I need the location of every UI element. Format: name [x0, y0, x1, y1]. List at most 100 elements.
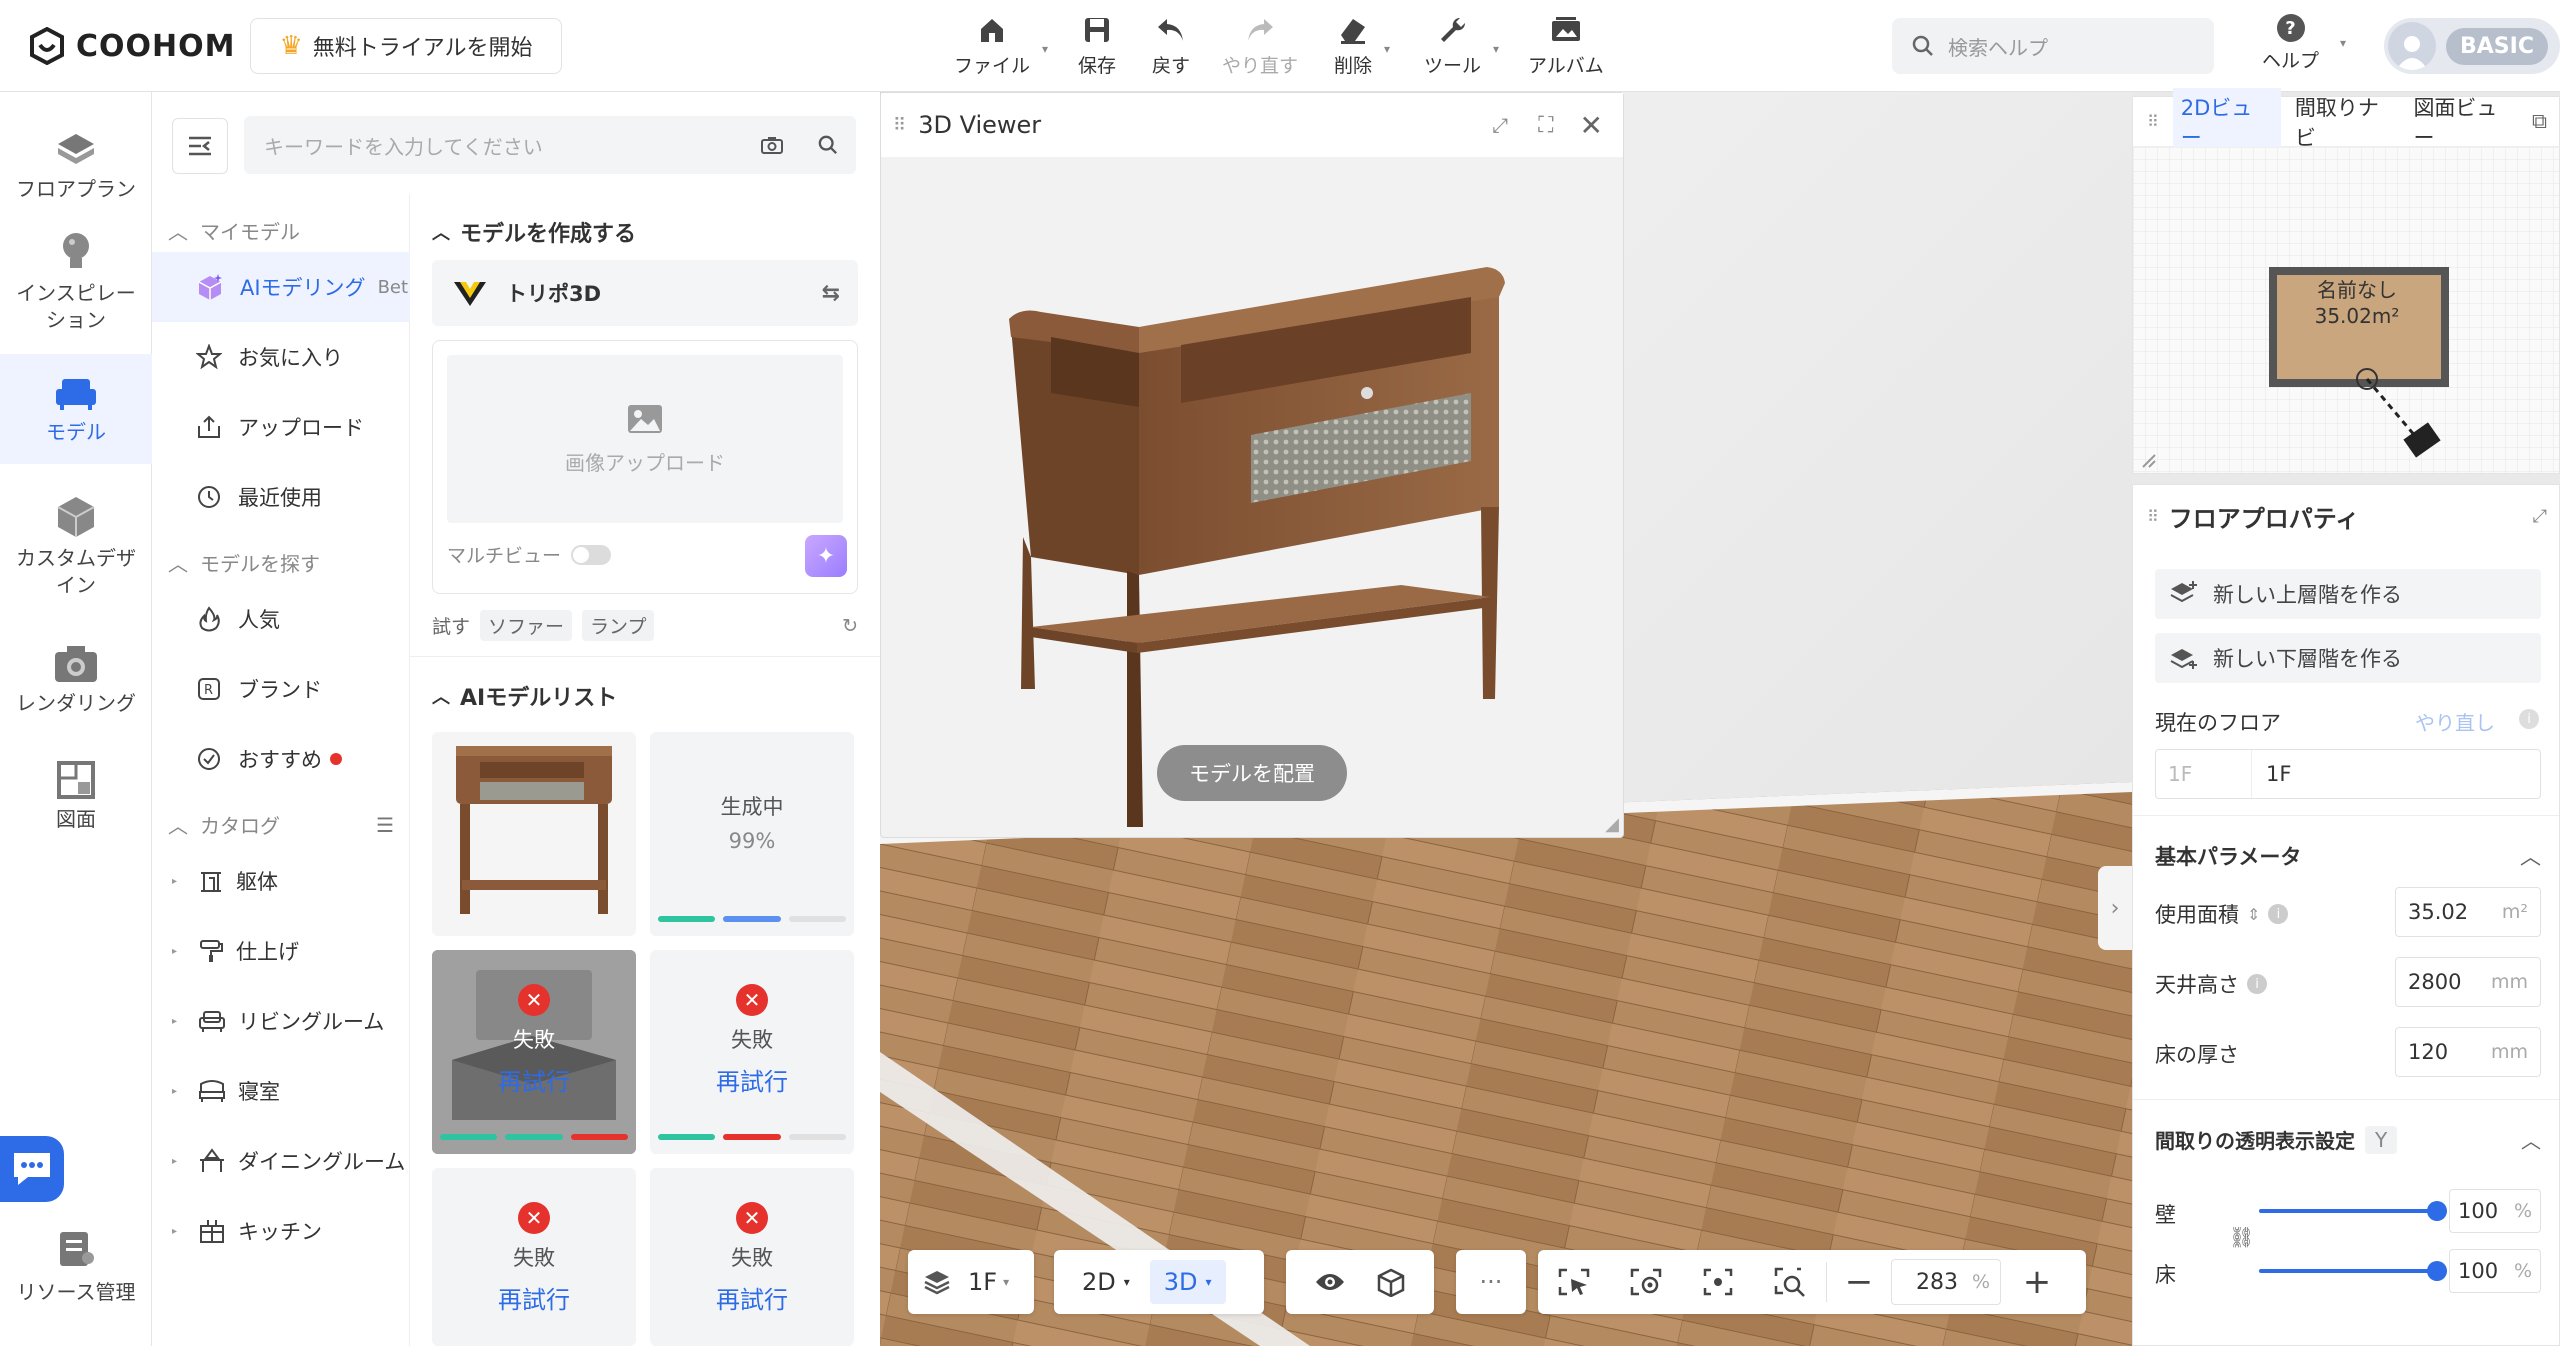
collapse-right-panel-button[interactable]: › [2098, 866, 2132, 950]
wall-opacity-field[interactable]: 100 % [2449, 1189, 2541, 1233]
frame-select-button[interactable] [1538, 1267, 1610, 1297]
place-model-button[interactable]: モデルを配置 [1157, 745, 1347, 801]
zoom-region-button[interactable] [1754, 1266, 1826, 1298]
eye-icon[interactable] [1314, 1270, 1346, 1294]
ai-model-card[interactable]: ✕ 失敗 再試行 [432, 1168, 636, 1346]
nav-favorites[interactable]: お気に入り [152, 322, 410, 392]
help-menu[interactable]: ? ヘルプ [2262, 14, 2319, 73]
generate-button[interactable]: ✦ [805, 535, 847, 577]
rail-rendering[interactable]: レンダリング [0, 630, 152, 730]
floor-redo-link[interactable]: やり直し [2415, 707, 2495, 736]
rail-drawing[interactable]: 図面 [0, 746, 152, 846]
floor-opacity-slider[interactable] [2259, 1261, 2447, 1281]
resize-handle-icon[interactable]: ◢ [1605, 814, 1619, 835]
catalog-section[interactable]: ︿ カタログ ☰ [168, 810, 394, 839]
collapse-panel-button[interactable] [172, 118, 228, 174]
cat-bedroom[interactable]: ▸ 寝室 [152, 1056, 410, 1126]
camera-search-icon[interactable] [744, 136, 800, 154]
file-menu[interactable]: ファイル ▾ [954, 12, 1048, 78]
find-models-section[interactable]: ︿ モデルを探す [168, 548, 320, 577]
nav-ai-modeling[interactable]: AIモデリング Bet [152, 252, 410, 322]
close-icon[interactable]: ✕ [1580, 109, 1603, 142]
new-lower-floor-button[interactable]: 新しい下層階を作る [2155, 633, 2541, 683]
rail-floorplan[interactable]: フロアプラン [0, 116, 152, 216]
redo-button[interactable]: やり直す [1222, 12, 1298, 78]
app-logo[interactable]: COOHOM [28, 22, 236, 70]
nav-recommended[interactable]: おすすめ [152, 724, 410, 794]
cat-structure[interactable]: ▸ 躯体 [152, 846, 410, 916]
drag-handle-icon[interactable]: ⠿ [2147, 507, 2159, 526]
swap-icon[interactable]: ⇆ [822, 281, 840, 306]
focus-button[interactable] [1682, 1267, 1754, 1297]
popout-icon[interactable]: ⧉ [2532, 109, 2547, 134]
tab-floor-nav[interactable]: 間取りナビ [2295, 92, 2400, 152]
retry-button[interactable]: 再試行 [716, 1062, 788, 1097]
expand-icon[interactable]: ⤢ [2533, 506, 2547, 527]
help-search-input[interactable]: 検索ヘルプ [1892, 18, 2214, 74]
ai-model-card[interactable]: ✕ 失敗 再試行 [432, 950, 636, 1154]
cat-dining[interactable]: ▸ ダイニングルーム [152, 1126, 410, 1196]
nav-upload[interactable]: アップロード [152, 392, 410, 462]
nav-brand[interactable]: R ブランド [152, 654, 410, 724]
more-button[interactable]: ··· [1456, 1250, 1526, 1314]
mode-3d-button[interactable]: 3D ▾ [1149, 1260, 1226, 1304]
try-chip-sofa[interactable]: ソファー [480, 610, 573, 641]
nav-popular[interactable]: 人気 [152, 584, 410, 654]
zoom-in-button[interactable]: + [2001, 1262, 2073, 1302]
ai-model-card[interactable]: ✕ 失敗 再試行 [650, 1168, 854, 1346]
rail-inspiration[interactable]: インスピレーション [0, 222, 152, 342]
zoom-out-button[interactable]: − [1827, 1262, 1891, 1302]
image-upload-dropzone[interactable]: 画像アップロード [447, 355, 843, 523]
tab-drawing-view[interactable]: 図面ビュー [2413, 92, 2518, 152]
retry-button[interactable]: 再試行 [716, 1280, 788, 1315]
floor-properties-header[interactable]: ⠿ フロアプロパティ ⤢ [2147, 499, 2547, 534]
floor-name-field[interactable]: 1F 1F [2155, 749, 2541, 799]
create-model-header[interactable]: ︿ モデルを作成する [432, 216, 636, 248]
free-trial-button[interactable]: ♛ 無料トライアルを開始 [250, 18, 562, 74]
search-icon[interactable] [800, 135, 856, 155]
cat-finish[interactable]: ▸ 仕上げ [152, 916, 410, 986]
floor-thickness-field[interactable]: 120 mm [2395, 1027, 2541, 1077]
ai-list-header[interactable]: ︿ AIモデルリスト [432, 680, 617, 712]
transparency-header[interactable]: 間取りの透明表示設定 Y ︿ [2155, 1125, 2541, 1154]
cat-living[interactable]: ▸ リビングルーム [152, 986, 410, 1056]
chat-button[interactable] [0, 1136, 64, 1202]
cat-kitchen[interactable]: ▸ キッチン [152, 1196, 410, 1266]
ceiling-height-field[interactable]: 2800 mm [2395, 957, 2541, 1007]
save-button[interactable]: 保存 [1078, 12, 1116, 78]
mode-2d-button[interactable]: 2D ▾ [1068, 1260, 1144, 1304]
retry-button[interactable]: 再試行 [498, 1280, 570, 1315]
delete-menu[interactable]: 削除 ▾ [1334, 12, 1390, 78]
retry-button[interactable]: 再試行 [498, 1062, 570, 1097]
floor-selector[interactable]: 1F ▾ [908, 1250, 1034, 1314]
rail-model[interactable]: モデル [0, 354, 152, 464]
drag-handle-icon[interactable]: ⠿ [2147, 112, 2159, 131]
3d-viewer-header[interactable]: ⠿ 3D Viewer ⤢ ⛶ ✕ [881, 93, 1623, 157]
cube-icon[interactable] [1376, 1267, 1406, 1297]
basic-params-header[interactable]: 基本パラメータ ︿ [2155, 841, 2541, 871]
ai-model-card[interactable] [432, 732, 636, 936]
resource-manager-button[interactable]: リソース管理 [0, 1228, 152, 1305]
new-upper-floor-button[interactable]: 新しい上層階を作る [2155, 569, 2541, 619]
fullscreen-icon[interactable]: ⛶ [1538, 113, 1553, 138]
nightstand-3d-model[interactable] [881, 157, 1623, 837]
rail-custom-design[interactable]: カスタムデザイン [0, 482, 152, 612]
ai-model-card[interactable]: 生成中 99% [650, 732, 854, 936]
ai-model-card[interactable]: ✕ 失敗 再試行 [650, 950, 854, 1154]
filter-icon[interactable]: ☰ [376, 813, 394, 837]
engine-selector[interactable]: トリポ3D ⇆ [432, 260, 858, 326]
floor-opacity-field[interactable]: 100 % [2449, 1249, 2541, 1293]
link-icon[interactable]: ⛓ [2229, 1225, 2254, 1249]
tab-2d-view[interactable]: 2Dビュー [2172, 87, 2281, 156]
album-button[interactable]: アルバム [1528, 12, 1604, 78]
zoom-field[interactable]: 283 % [1891, 1259, 2001, 1305]
wall-opacity-slider[interactable] [2259, 1201, 2447, 1221]
undo-button[interactable]: 戻す [1152, 12, 1190, 78]
refresh-icon[interactable]: ↻ [842, 615, 858, 637]
model-search-input[interactable]: キーワードを入力してください [244, 116, 856, 174]
drag-handle-icon[interactable]: ⠿ [893, 115, 906, 136]
user-menu[interactable]: BASIC [2384, 18, 2560, 74]
area-field[interactable]: 35.02 m² [2395, 887, 2541, 937]
nav-recent[interactable]: 最近使用 [152, 462, 410, 532]
my-models-section[interactable]: ︿ マイモデル [168, 216, 300, 245]
